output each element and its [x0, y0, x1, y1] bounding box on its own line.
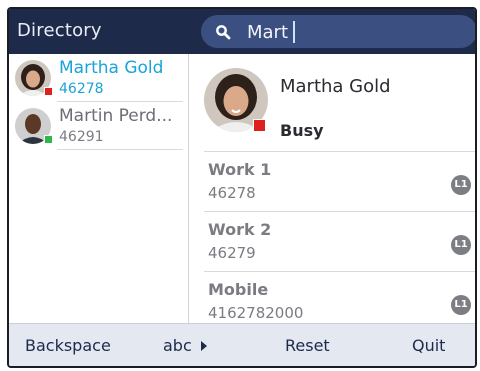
contact-item-martin[interactable]: Martin Perd... 46291	[9, 102, 189, 150]
quit-button[interactable]: Quit	[412, 336, 445, 355]
triangle-right-icon	[200, 341, 207, 351]
text-caret	[293, 21, 295, 43]
contact-detail-name: Martha Gold	[280, 76, 391, 97]
contact-number: 46278	[59, 81, 104, 97]
presence-indicator	[44, 87, 53, 96]
presence-indicator	[44, 135, 53, 144]
number-value: 4162782000	[208, 304, 304, 322]
reset-button[interactable]: Reset	[285, 336, 330, 355]
status-text: Busy	[280, 121, 324, 140]
search-input[interactable]	[247, 20, 397, 44]
softkey-bar: Backspace abc Reset Quit	[9, 323, 475, 366]
number-row-work2[interactable]: Work 2 46279 L1	[204, 212, 475, 272]
phone-screen: Directory Martha Gold 4	[7, 7, 477, 368]
number-label: Work 2	[208, 220, 272, 239]
number-label: Work 1	[208, 160, 272, 179]
presence-indicator	[253, 119, 266, 132]
backspace-button[interactable]: Backspace	[25, 336, 111, 355]
line-badge: L1	[451, 175, 471, 195]
abc-mode-button[interactable]: abc	[163, 336, 208, 355]
contact-list: Martha Gold 46278 Martin Perd... 46291	[9, 54, 189, 325]
number-value: 46279	[208, 244, 256, 262]
line-badge: L1	[451, 295, 471, 315]
number-label: Mobile	[208, 280, 269, 299]
contact-item-martha-gold[interactable]: Martha Gold 46278	[9, 54, 189, 102]
header-bar: Directory	[9, 9, 475, 54]
number-row-work1[interactable]: Work 1 46278 L1	[204, 152, 475, 212]
contact-name: Martin Perd...	[59, 106, 173, 126]
search-icon	[216, 25, 231, 40]
contact-name: Martha Gold	[59, 58, 164, 78]
contact-detail-panel: Martha Gold Busy Work 1 46278 L1 Work 2 …	[190, 54, 475, 325]
contact-number: 46291	[59, 129, 104, 145]
abc-label: abc	[163, 336, 192, 355]
search-box[interactable]	[201, 15, 475, 48]
line-badge: L1	[451, 235, 471, 255]
divider	[57, 149, 183, 150]
number-value: 46278	[208, 184, 256, 202]
page-title: Directory	[17, 20, 102, 41]
